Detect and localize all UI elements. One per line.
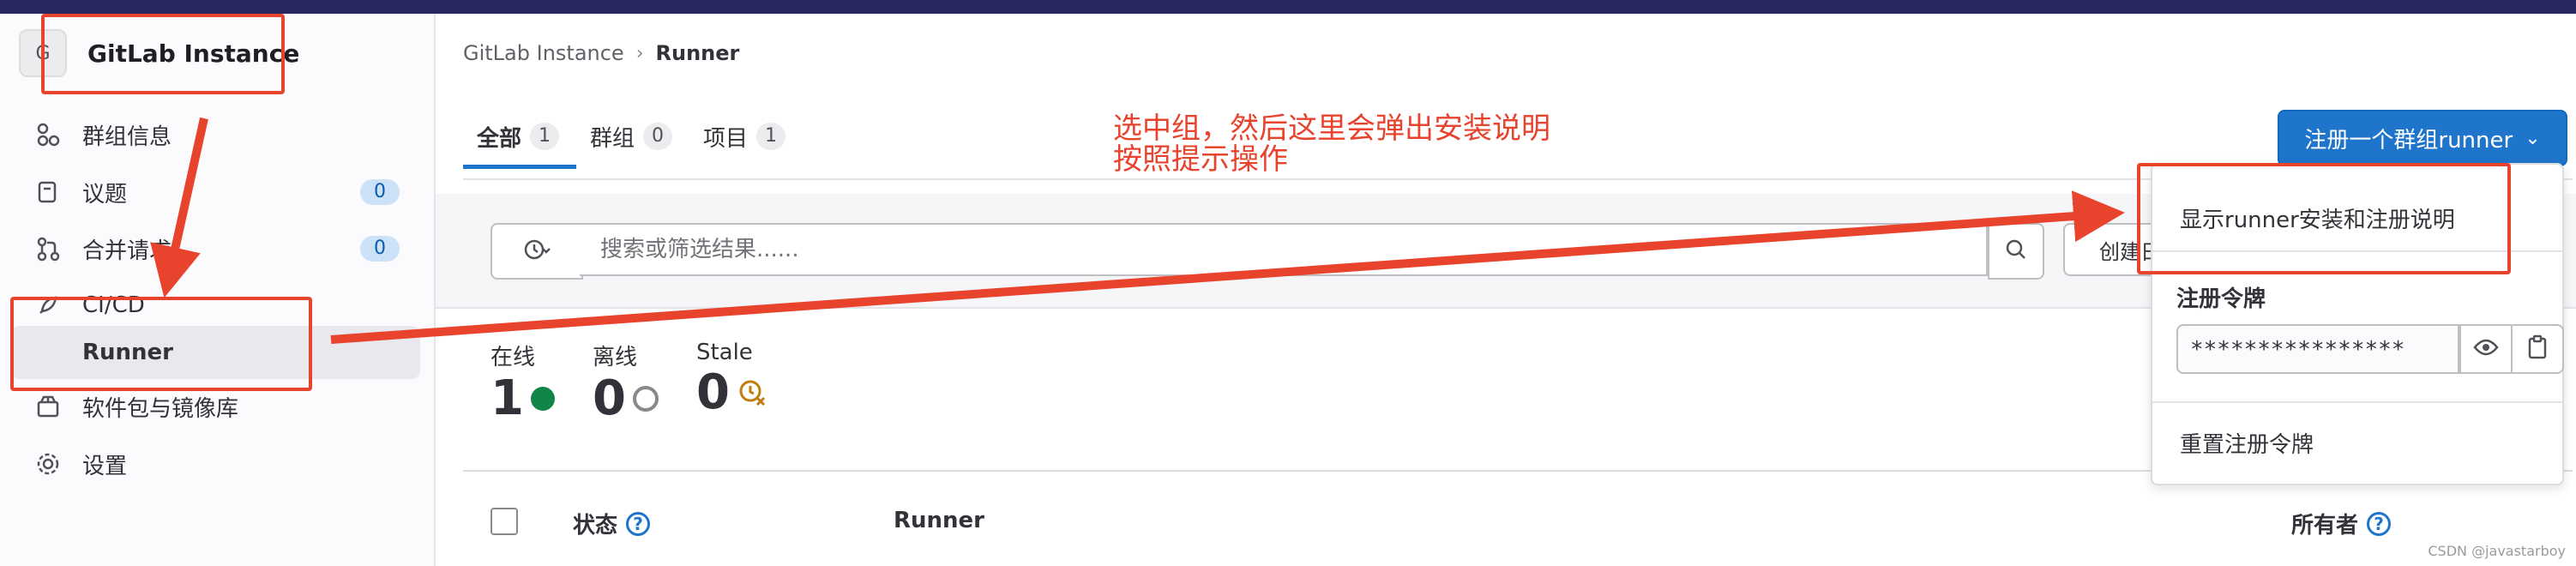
annotation-line-1: 选中组，然后这里会弹出安装说明 <box>1113 111 1550 146</box>
annotation-line-2: 按照提示操作 <box>1113 142 1288 177</box>
annotation-note: 选中组，然后这里会弹出安装说明 按照提示操作 <box>1113 113 1550 175</box>
arrow-runner-to-dropdown <box>330 190 2125 344</box>
annotation-arrows <box>150 117 2125 344</box>
watermark: CSDN @javastarboy <box>2428 543 2566 559</box>
arrow-group-to-runner <box>150 117 208 298</box>
